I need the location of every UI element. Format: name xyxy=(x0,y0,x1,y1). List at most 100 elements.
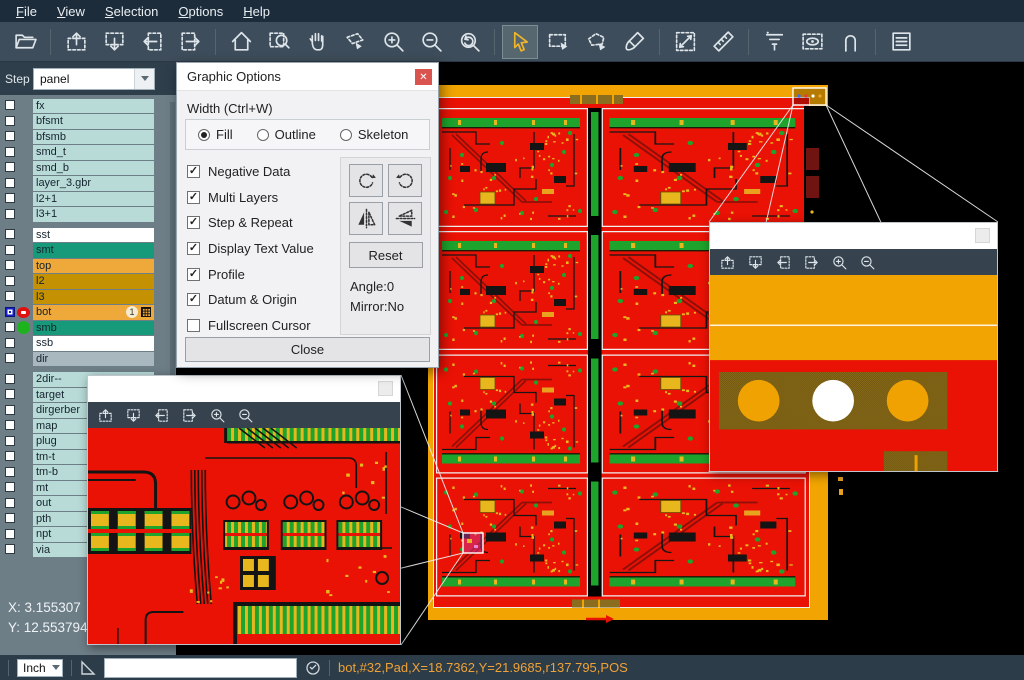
select-polygon-button[interactable] xyxy=(578,25,614,59)
layer-name-bar[interactable]: ssb xyxy=(33,336,154,351)
box-arrow-down-button[interactable] xyxy=(125,407,142,424)
measure-diagonal-button[interactable] xyxy=(667,25,703,59)
box-arrow-down-button[interactable] xyxy=(747,254,764,271)
layer-visibility-checkbox[interactable] xyxy=(5,544,15,554)
rot-ccw-button[interactable] xyxy=(388,164,422,197)
zoom-out-button[interactable] xyxy=(237,407,254,424)
window-button[interactable] xyxy=(975,228,990,243)
checkbox-step-repeat[interactable]: ✓Step & Repeat xyxy=(187,210,339,236)
layer-name-bar[interactable]: l2 xyxy=(33,274,154,289)
layer-visibility-checkbox[interactable] xyxy=(5,322,15,332)
magnifier-view[interactable] xyxy=(88,428,400,644)
magnifier-view[interactable] xyxy=(710,275,997,471)
magnifier-window-left[interactable] xyxy=(87,375,401,645)
move-polygon-button[interactable] xyxy=(337,25,373,59)
layer-row-layer_3.gbr[interactable]: layer_3.gbr xyxy=(0,176,176,192)
layer-visibility-checkbox[interactable] xyxy=(5,307,15,317)
checkbox-datum-origin[interactable]: ✓Datum & Origin xyxy=(187,287,339,313)
layer-name-bar[interactable]: l3 xyxy=(33,290,154,305)
green-indicator-icon[interactable] xyxy=(17,321,30,334)
layer-row-l3[interactable]: l3 xyxy=(0,289,176,305)
box-arrow-right-button[interactable] xyxy=(172,25,208,59)
layer-visibility-checkbox[interactable] xyxy=(5,147,15,157)
radio-outline[interactable]: Outline xyxy=(257,127,316,142)
window-button[interactable] xyxy=(378,381,393,396)
layer-visibility-checkbox[interactable] xyxy=(5,467,15,477)
flip-h-button[interactable] xyxy=(349,202,383,235)
box-arrow-right-button[interactable] xyxy=(803,254,820,271)
box-arrow-up-button[interactable] xyxy=(719,254,736,271)
box-arrow-left-button[interactable] xyxy=(134,25,170,59)
step-select[interactable]: panel xyxy=(33,68,155,90)
layer-visibility-checkbox[interactable] xyxy=(5,405,15,415)
layer-name-bar[interactable]: smd_t xyxy=(33,145,154,160)
pan-hand-button[interactable] xyxy=(299,25,335,59)
layer-visibility-checkbox[interactable] xyxy=(5,245,15,255)
layer-name-bar[interactable]: smt xyxy=(33,243,154,258)
unit-select[interactable]: Inch xyxy=(17,659,63,677)
layer-name-bar[interactable]: smd_b xyxy=(33,161,154,176)
checkbox-display-text-value[interactable]: ✓Display Text Value xyxy=(187,236,339,262)
view-box-button[interactable] xyxy=(794,25,830,59)
layer-visibility-checkbox[interactable] xyxy=(5,193,15,203)
layer-visibility-checkbox[interactable] xyxy=(5,116,15,126)
layer-row-bfsmb[interactable]: bfsmb xyxy=(0,129,176,145)
layer-visibility-checkbox[interactable] xyxy=(5,162,15,172)
layer-name-bar[interactable]: layer_3.gbr xyxy=(33,176,154,191)
layer-visibility-checkbox[interactable] xyxy=(5,451,15,461)
layer-name-bar[interactable]: fx xyxy=(33,99,154,114)
layer-row-smd_b[interactable]: smd_b xyxy=(0,160,176,176)
menu-view[interactable]: View xyxy=(47,2,95,21)
rot-cw-button[interactable] xyxy=(349,164,383,197)
layer-visibility-checkbox[interactable] xyxy=(5,529,15,539)
checkbox-multi-layers[interactable]: ✓Multi Layers xyxy=(187,185,339,211)
layer-visibility-checkbox[interactable] xyxy=(5,513,15,523)
layer-row-dir[interactable]: dir xyxy=(0,351,176,367)
grid-icon[interactable] xyxy=(141,307,151,317)
layer-row-smt[interactable]: smt xyxy=(0,243,176,259)
zoom-in-button[interactable] xyxy=(831,254,848,271)
box-arrow-down-button[interactable] xyxy=(96,25,132,59)
filter-button[interactable] xyxy=(756,25,792,59)
menu-file[interactable]: File xyxy=(6,2,47,21)
layer-visibility-checkbox[interactable] xyxy=(5,229,15,239)
layer-name-bar[interactable]: bot1 xyxy=(33,305,154,320)
angle-tool-icon[interactable] xyxy=(80,660,96,676)
layer-visibility-checkbox[interactable] xyxy=(5,276,15,286)
ruler-button[interactable] xyxy=(705,25,741,59)
layer-name-bar[interactable]: bfsmt xyxy=(33,114,154,129)
red-indicator-icon[interactable] xyxy=(17,307,30,318)
layer-row-sst[interactable]: sst xyxy=(0,227,176,243)
layer-name-bar[interactable]: top xyxy=(33,259,154,274)
brush-button[interactable] xyxy=(616,25,652,59)
reset-button[interactable]: Reset xyxy=(349,242,423,268)
zoom-in-button[interactable] xyxy=(209,407,226,424)
layer-visibility-checkbox[interactable] xyxy=(5,482,15,492)
layer-visibility-checkbox[interactable] xyxy=(5,353,15,363)
layer-name-bar[interactable]: smb xyxy=(33,321,154,336)
dialog-titlebar[interactable]: Graphic Options ✕ xyxy=(177,63,438,91)
menu-help[interactable]: Help xyxy=(233,2,280,21)
menu-options[interactable]: Options xyxy=(168,2,233,21)
box-arrow-right-button[interactable] xyxy=(181,407,198,424)
checkbox-fullscreen-cursor[interactable]: Fullscreen Cursor xyxy=(187,313,339,339)
radio-skeleton[interactable]: Skeleton xyxy=(340,127,409,142)
layer-visibility-checkbox[interactable] xyxy=(5,436,15,446)
layer-name-bar[interactable]: bfsmb xyxy=(33,130,154,145)
command-input[interactable] xyxy=(104,658,297,678)
layer-visibility-checkbox[interactable] xyxy=(5,178,15,188)
menu-selection[interactable]: Selection xyxy=(95,2,168,21)
magnifier-titlebar[interactable] xyxy=(710,223,997,249)
select-pointer-button[interactable] xyxy=(502,25,538,59)
layer-name-bar[interactable]: dir xyxy=(33,352,154,367)
layer-visibility-checkbox[interactable] xyxy=(5,374,15,384)
layer-name-bar[interactable]: sst xyxy=(33,228,154,243)
layer-row-smd_t[interactable]: smd_t xyxy=(0,145,176,161)
zoom-out-button[interactable] xyxy=(413,25,449,59)
layer-visibility-checkbox[interactable] xyxy=(5,260,15,270)
zoom-in-button[interactable] xyxy=(375,25,411,59)
select-rect-button[interactable] xyxy=(540,25,576,59)
layer-row-top[interactable]: top xyxy=(0,258,176,274)
layer-row-bfsmt[interactable]: bfsmt xyxy=(0,114,176,130)
zoom-area-button[interactable] xyxy=(261,25,297,59)
